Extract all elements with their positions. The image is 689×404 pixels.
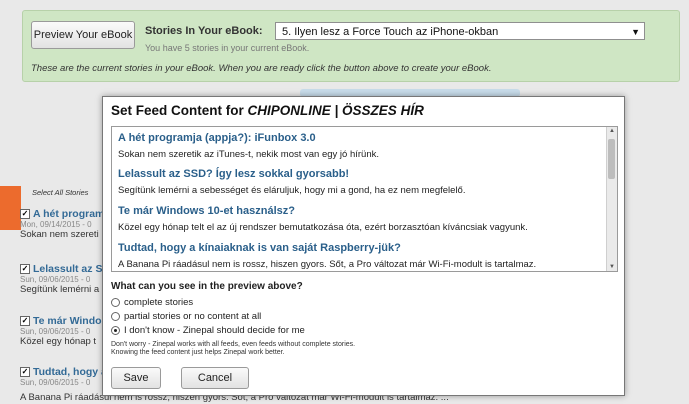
checkbox[interactable]: ✓ [20,367,30,378]
preview-title: Lelassult az SSD? Így lesz sokkal gyorsa… [118,168,350,180]
checkbox[interactable]: ✓ [20,209,30,220]
story-title[interactable]: ✓ Tudtad, hogy a [20,366,110,378]
cancel-button[interactable]: Cancel [181,367,249,389]
save-button[interactable]: Save [111,367,161,389]
list-item[interactable]: ✓ Lelassult az S Sun, 09/06/2015 - 0 Segí… [20,263,110,295]
checkbox[interactable]: ✓ [20,316,30,327]
preview-item: Lelassult az SSD? Így lesz sokkal gyorsa… [118,168,600,196]
preview-summary: Közel egy hónap telt el az új rendszer b… [118,222,528,233]
preview-title: Te már Windows 10-et használsz? [118,205,295,217]
preview-title: A hét programja (appja?): iFunbox 3.0 [118,132,316,144]
stories-count-note: You have 5 stories in your current eBook… [145,43,310,53]
option-partial-stories[interactable]: partial stories or no content at all [111,311,261,322]
preview-summary: Segítünk lemérni a sebességet és elárulj… [118,185,466,196]
story-snippet: Segítünk lemérni a [20,284,100,295]
set-feed-content-dialog: Set Feed Content for CHIPONLINE | ÖSSZES… [102,96,625,396]
option-dont-know[interactable]: I don't know - Zinepal should decide for… [111,325,305,336]
stories-select[interactable]: 5. Ilyen lesz a Force Touch az iPhone-ok… [275,22,645,40]
feed-preview-box[interactable]: A hét programja (appja?): iFunbox 3.0 So… [111,126,618,272]
preview-item: A hét programja (appja?): iFunbox 3.0 So… [118,132,600,160]
radio-button-selected[interactable] [111,325,120,335]
preview-question: What can you see in the preview above? [111,281,303,292]
list-item[interactable]: ✓ Te már Windo Sun, 09/06/2015 - 0 Közel … [20,315,110,347]
preview-item: Tudtad, hogy a kínaiaknak is van saját R… [118,242,600,270]
preview-scrollbar[interactable]: ▲ ▼ [606,127,617,271]
dialog-title: Set Feed Content for CHIPONLINE | ÖSSZES… [111,103,424,118]
panel-info-text: These are the current stories in your eB… [31,63,492,74]
stories-label: Stories In Your eBook: [145,25,263,37]
list-item[interactable]: ✓ A hét program Mon, 09/14/2015 - 0 Sokan… [20,208,110,240]
preview-item: Te már Windows 10-et használsz? Közel eg… [118,205,600,233]
story-date: Sun, 09/06/2015 - 0 [20,378,91,387]
story-date: Mon, 09/14/2015 - 0 [20,220,92,229]
dropdown-arrow-icon: ▼ [631,27,640,37]
preview-summary: A Banana Pi ráadásul nem is rossz, hisze… [118,259,537,270]
story-title[interactable]: ✓ Te már Windo [20,315,110,327]
scroll-down-icon[interactable]: ▼ [607,264,617,270]
story-title[interactable]: ✓ A hét program [20,208,110,220]
checkbox[interactable]: ✓ [20,264,30,275]
preview-ebook-button[interactable]: Preview Your eBook [31,21,135,49]
story-date: Sun, 09/06/2015 - 0 [20,275,91,284]
orange-flag [0,186,21,230]
option-complete-stories[interactable]: complete stories [111,297,193,308]
selected-story: 5. Ilyen lesz a Force Touch az iPhone-ok… [282,26,499,38]
scroll-thumb[interactable] [608,139,615,179]
story-title[interactable]: ✓ Lelassult az S [20,263,110,275]
ebook-panel: Preview Your eBook Stories In Your eBook… [22,10,680,82]
preview-summary: Sokan nem szeretik az iTunes-t, nekik mo… [118,149,380,160]
select-all-stories[interactable]: Select All Stories [32,188,88,197]
story-snippet: Sokan nem szereti [20,229,99,240]
radio-button[interactable] [111,311,120,321]
dont-worry-note: Don't worry - Zinepal works with all fee… [111,341,356,356]
story-snippet: Közel egy hónap t [20,336,97,347]
list-item[interactable]: ✓ Tudtad, hogy a Sun, 09/06/2015 - 0 [20,366,110,387]
story-date: Sun, 09/06/2015 - 0 [20,327,91,336]
radio-button[interactable] [111,297,120,307]
preview-title: Tudtad, hogy a kínaiaknak is van saját R… [118,242,401,254]
scroll-up-icon[interactable]: ▲ [607,128,617,134]
